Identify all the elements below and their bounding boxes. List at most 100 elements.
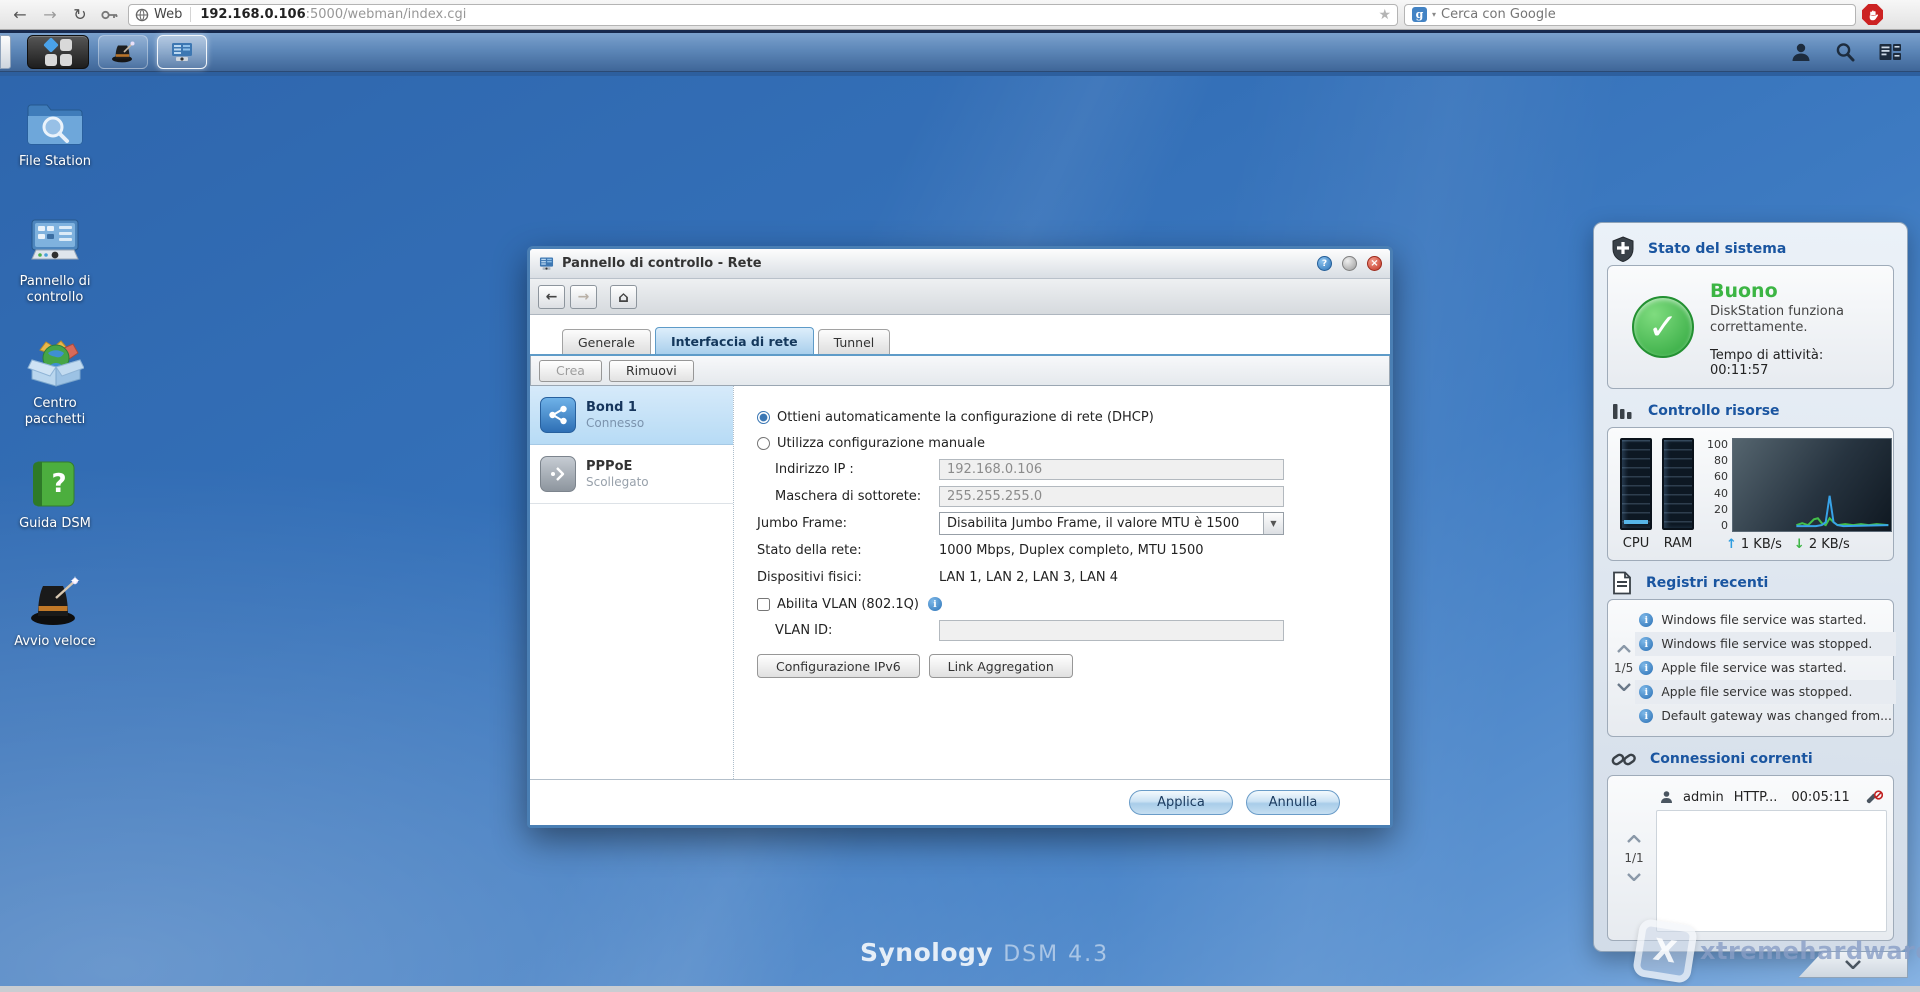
upload-value: 1 KB/s — [1741, 537, 1782, 552]
interface-body: Bond 1 Connesso PPPoE Scollegato — [530, 386, 1390, 779]
log-row[interactable]: iDefault gateway was changed from... — [1635, 704, 1896, 728]
jumbo-select[interactable]: Disabilita Jumbo Frame, il valore MTU è … — [939, 512, 1284, 535]
current-connections-header: Connessioni correnti — [1607, 743, 1894, 775]
manual-radio[interactable] — [757, 437, 770, 450]
browser-forward-icon[interactable]: → — [38, 4, 62, 26]
url-path: :5000/webman/index.cgi — [306, 7, 467, 22]
network-chart-yaxis: 100 80 60 40 20 0 — [1704, 438, 1728, 532]
subnet-label: Maschera di sottorete: — [757, 489, 939, 504]
browser-reload-icon[interactable]: ↻ — [68, 4, 92, 26]
taskbar-right-icons — [1790, 41, 1910, 63]
desktop-icon-label: File Station — [19, 154, 91, 170]
tab-generale[interactable]: Generale — [562, 329, 651, 354]
desktop-icon-dsm-help[interactable]: ? Guida DSM — [8, 458, 102, 532]
browser-back-icon[interactable]: ← — [8, 4, 32, 26]
vlan-id-field[interactable] — [939, 620, 1284, 641]
url-host: 192.168.0.106 — [200, 7, 305, 22]
adblock-stop-icon[interactable] — [1862, 4, 1883, 25]
kick-connection-icon[interactable] — [1865, 790, 1883, 804]
browser-key-icon[interactable] — [98, 4, 122, 26]
nav-home-button[interactable]: ⌂ — [610, 285, 637, 309]
brand-product: DSM 4.3 — [1003, 942, 1109, 967]
subnet-field[interactable] — [939, 486, 1284, 507]
ram-gauge: RAM — [1662, 438, 1694, 554]
connection-time: 00:05:11 — [1791, 790, 1849, 805]
site-identity[interactable]: Web — [135, 7, 191, 22]
devices-value: LAN 1, LAN 2, LAN 3, LAN 4 — [939, 570, 1118, 585]
search-engine-dropdown-icon[interactable]: ▾ — [1432, 10, 1436, 19]
link-aggregation-button[interactable]: Link Aggregation — [929, 654, 1073, 678]
ip-label: Indirizzo IP : — [757, 462, 939, 477]
taskbar-control-panel-button[interactable] — [157, 35, 207, 69]
window-close-button[interactable]: × — [1367, 256, 1382, 271]
select-arrow-icon[interactable]: ▼ — [1263, 513, 1283, 534]
bookmark-star-icon[interactable]: ★ — [1378, 7, 1391, 23]
info-icon: i — [1639, 685, 1653, 699]
recent-logs-title: Registri recenti — [1646, 575, 1768, 591]
screen: ← → ↻ Web 192.168.0.106:5000/webman/inde… — [0, 0, 1920, 992]
search-engine-icon[interactable]: g — [1412, 7, 1427, 22]
remove-button[interactable]: Rimuovi — [609, 360, 694, 382]
log-row[interactable]: iApple file service was stopped. — [1635, 680, 1896, 704]
interface-item-pppoe[interactable]: PPPoE Scollegato — [530, 445, 733, 504]
dialog-footer: Applica Annulla — [530, 779, 1390, 825]
jumbo-row: Jumbo Frame: Disabilita Jumbo Frame, il … — [757, 510, 1390, 537]
show-desktop-button[interactable] — [0, 35, 11, 69]
ip-field[interactable] — [939, 459, 1284, 480]
watermark-text: xtremehardware.com — [1700, 937, 1920, 965]
widget-panel: Stato del sistema ✓ Buono DiskStation fu… — [1593, 222, 1908, 952]
devices-row: Dispositivi fisici: LAN 1, LAN 2, LAN 3,… — [757, 564, 1390, 591]
window-pin-button[interactable] — [1342, 256, 1357, 271]
search-box[interactable]: g ▾ — [1404, 4, 1856, 26]
pager-down-icon[interactable] — [1627, 873, 1641, 881]
log-row[interactable]: iWindows file service was started. — [1635, 608, 1896, 632]
address-bar[interactable]: Web 192.168.0.106:5000/webman/index.cgi … — [128, 4, 1398, 26]
dhcp-radio[interactable] — [757, 411, 770, 424]
window-help-button[interactable]: ? — [1317, 256, 1332, 271]
log-text: Windows file service was started. — [1661, 613, 1866, 627]
manual-radio-label: Utilizza configurazione manuale — [777, 436, 985, 451]
system-status-value: Buono — [1710, 280, 1881, 302]
user-icon[interactable] — [1790, 41, 1812, 63]
search-input[interactable] — [1441, 7, 1848, 22]
cancel-button[interactable]: Annulla — [1246, 790, 1340, 815]
pager-up-icon[interactable] — [1617, 645, 1631, 653]
interface-item-bond1[interactable]: Bond 1 Connesso — [530, 386, 733, 445]
apply-button[interactable]: Applica — [1129, 790, 1233, 815]
widgets-icon[interactable] — [1878, 41, 1902, 63]
log-row[interactable]: iWindows file service was stopped. — [1635, 632, 1896, 656]
vlan-checkbox[interactable] — [757, 598, 770, 611]
desktop-icon-package-center[interactable]: Centro pacchetti — [8, 338, 102, 427]
globe-icon — [135, 8, 149, 22]
window-titlebar[interactable]: Pannello di controllo - Rete ? × — [530, 249, 1390, 279]
desktop-icon-file-station[interactable]: File Station — [8, 96, 102, 170]
resource-monitor-header: Controllo risorse — [1607, 395, 1894, 427]
log-list: iWindows file service was started. iWind… — [1635, 608, 1896, 728]
tab-tunnel[interactable]: Tunnel — [818, 329, 891, 354]
interface-name: PPPoE — [586, 459, 649, 475]
vlan-info-icon[interactable]: i — [928, 597, 942, 611]
bond-interface-icon — [540, 397, 576, 433]
taskbar-quickstart-button[interactable] — [98, 35, 148, 69]
pager-down-icon[interactable] — [1617, 683, 1631, 691]
download-value: 2 KB/s — [1809, 537, 1850, 552]
vlan-checkbox-label: Abilita VLAN (802.1Q) — [777, 597, 919, 612]
vlan-checkbox-row: Abilita VLAN (802.1Q) i — [757, 591, 1390, 617]
ipv6-config-button[interactable]: Configurazione IPv6 — [757, 654, 920, 678]
desktop-icon-quick-start[interactable]: Avvio veloce — [8, 576, 102, 650]
create-button[interactable]: Crea — [539, 360, 602, 382]
url-text[interactable]: 192.168.0.106:5000/webman/index.cgi — [191, 7, 1378, 22]
upload-series-line — [1796, 496, 1888, 526]
interface-toolbar: Crea Rimuovi — [530, 356, 1390, 386]
main-menu-button[interactable] — [27, 35, 89, 69]
system-uptime: Tempo di attività: 00:11:57 — [1710, 348, 1881, 378]
desktop-icon-control-panel[interactable]: Pannello di controllo — [8, 216, 102, 305]
tab-interfaccia-di-rete[interactable]: Interfaccia di rete — [655, 327, 814, 354]
connection-row[interactable]: admin HTTP... 00:05:11 — [1656, 784, 1887, 810]
nav-forward-button[interactable]: → — [570, 285, 597, 309]
system-status-title: Stato del sistema — [1648, 241, 1786, 257]
log-row[interactable]: iApple file service was started. — [1635, 656, 1896, 680]
nav-back-button[interactable]: ← — [538, 285, 565, 309]
search-icon[interactable] — [1834, 41, 1856, 63]
pager-up-icon[interactable] — [1627, 835, 1641, 843]
